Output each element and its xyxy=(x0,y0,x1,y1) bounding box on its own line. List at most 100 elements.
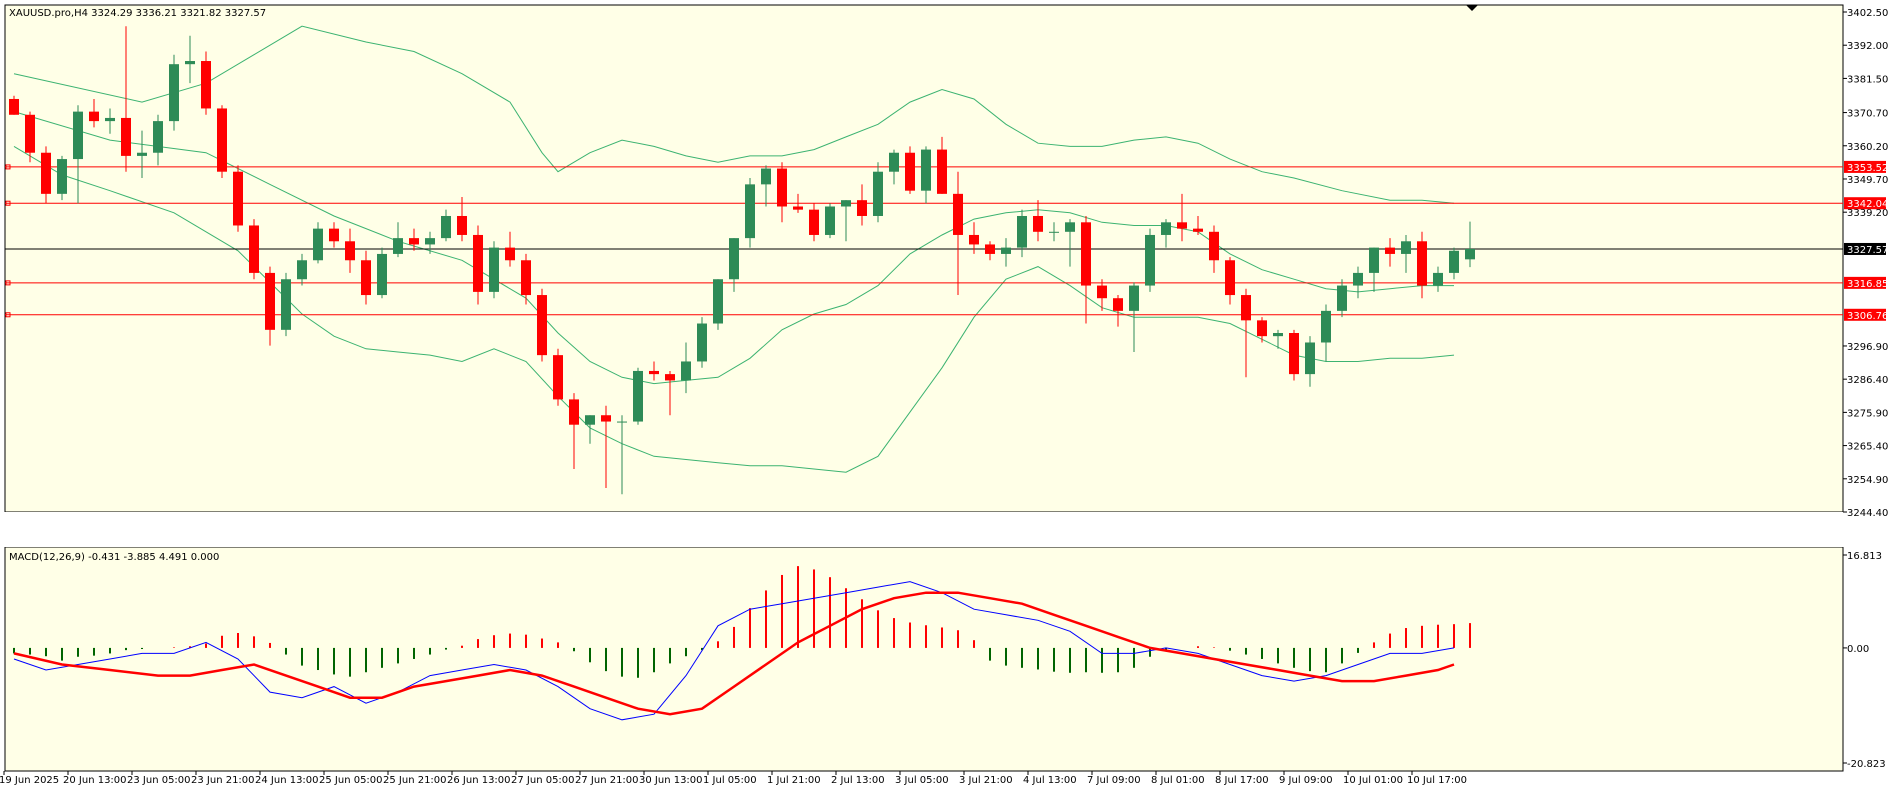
bear-candle[interactable] xyxy=(409,238,419,245)
bear-candle[interactable] xyxy=(985,244,995,254)
bull-candle[interactable] xyxy=(169,64,179,122)
price-level-tag-label: 3316.85 xyxy=(1847,279,1888,290)
bull-candle[interactable] xyxy=(633,370,643,422)
bull-candle[interactable] xyxy=(73,111,83,160)
bull-candle[interactable] xyxy=(1049,231,1059,233)
bull-candle[interactable] xyxy=(1449,250,1459,273)
bull-candle[interactable] xyxy=(281,279,291,330)
bull-candle[interactable] xyxy=(441,215,451,239)
bear-candle[interactable] xyxy=(905,152,915,191)
bull-candle[interactable] xyxy=(1433,272,1443,286)
bear-candle[interactable] xyxy=(793,206,803,210)
bear-candle[interactable] xyxy=(937,149,947,194)
bear-candle[interactable] xyxy=(329,228,339,242)
bull-candle[interactable] xyxy=(425,238,435,245)
bear-candle[interactable] xyxy=(345,241,355,261)
bull-candle[interactable] xyxy=(1369,247,1379,273)
bull-candle[interactable] xyxy=(841,200,851,207)
bear-candle[interactable] xyxy=(1081,222,1091,286)
bull-candle[interactable] xyxy=(713,279,723,324)
bear-candle[interactable] xyxy=(9,98,19,115)
bull-candle[interactable] xyxy=(313,228,323,261)
bull-candle[interactable] xyxy=(681,361,691,381)
bear-candle[interactable] xyxy=(361,260,371,296)
bear-candle[interactable] xyxy=(969,234,979,245)
bull-candle[interactable] xyxy=(1001,247,1011,254)
bear-candle[interactable] xyxy=(777,168,787,207)
bear-candle[interactable] xyxy=(537,295,547,356)
bear-candle[interactable] xyxy=(249,225,259,273)
bear-candle[interactable] xyxy=(505,247,515,261)
bear-candle[interactable] xyxy=(1417,241,1427,286)
macd-y-tick-label: 16.813 xyxy=(1847,551,1882,562)
bear-candle[interactable] xyxy=(1289,332,1299,375)
bull-candle[interactable] xyxy=(489,247,499,292)
bull-candle[interactable] xyxy=(1337,285,1347,311)
bull-candle[interactable] xyxy=(1161,222,1171,235)
bear-candle[interactable] xyxy=(1225,260,1235,296)
bear-candle[interactable] xyxy=(473,234,483,292)
bull-candle[interactable] xyxy=(1129,285,1139,311)
bear-candle[interactable] xyxy=(1257,320,1267,337)
bear-candle[interactable] xyxy=(1033,215,1043,232)
bull-candle[interactable] xyxy=(617,421,627,423)
bull-candle[interactable] xyxy=(393,238,403,254)
bull-candle[interactable] xyxy=(729,238,739,280)
bull-candle[interactable] xyxy=(1273,332,1283,337)
bull-candle[interactable] xyxy=(921,149,931,191)
bull-candle[interactable] xyxy=(185,61,195,65)
bull-candle[interactable] xyxy=(1321,310,1331,343)
bear-candle[interactable] xyxy=(217,108,227,172)
bull-candle[interactable] xyxy=(1017,215,1027,248)
bear-candle[interactable] xyxy=(521,260,531,296)
bull-candle[interactable] xyxy=(745,184,755,239)
bear-candle[interactable] xyxy=(569,399,579,425)
bear-candle[interactable] xyxy=(121,117,131,156)
bear-candle[interactable] xyxy=(25,114,35,153)
bull-candle[interactable] xyxy=(825,206,835,235)
bull-candle[interactable] xyxy=(1465,248,1475,260)
bear-candle[interactable] xyxy=(201,61,211,109)
bull-candle[interactable] xyxy=(889,152,899,172)
bear-candle[interactable] xyxy=(1193,228,1203,232)
bear-candle[interactable] xyxy=(1097,285,1107,299)
bear-candle[interactable] xyxy=(953,193,963,235)
bull-candle[interactable] xyxy=(1305,342,1315,375)
bear-candle[interactable] xyxy=(89,111,99,122)
bull-candle[interactable] xyxy=(1145,234,1155,286)
bear-candle[interactable] xyxy=(457,215,467,235)
bear-candle[interactable] xyxy=(1241,295,1251,321)
bear-candle[interactable] xyxy=(649,370,659,375)
bear-candle[interactable] xyxy=(1177,222,1187,229)
chart-window: 3402.50 3392.00 3381.50 3370.70 3360.20 3349.… xyxy=(0,0,1889,792)
bull-candle[interactable] xyxy=(105,117,115,122)
bull-candle[interactable] xyxy=(57,159,67,194)
bear-candle[interactable] xyxy=(233,171,243,226)
chart-canvas[interactable]: 3402.50 3392.00 3381.50 3370.70 3360.20 3349.… xyxy=(0,0,1889,792)
bull-candle[interactable] xyxy=(761,168,771,185)
bear-candle[interactable] xyxy=(665,374,675,381)
bull-candle[interactable] xyxy=(297,260,307,280)
bull-candle[interactable] xyxy=(873,171,883,216)
bull-candle[interactable] xyxy=(137,152,147,156)
bull-candle[interactable] xyxy=(153,121,163,153)
bull-candle[interactable] xyxy=(1353,272,1363,286)
bear-candle[interactable] xyxy=(857,200,867,216)
bear-candle[interactable] xyxy=(265,272,275,330)
pane-separator[interactable] xyxy=(0,512,1889,547)
bear-candle[interactable] xyxy=(1385,247,1395,254)
bear-candle[interactable] xyxy=(553,355,563,400)
bull-candle[interactable] xyxy=(697,323,707,362)
bear-candle[interactable] xyxy=(41,152,51,194)
bull-candle[interactable] xyxy=(377,253,387,296)
bear-candle[interactable] xyxy=(601,415,611,422)
bull-candle[interactable] xyxy=(1065,222,1075,232)
x-tick-label: 27 Jun 21:00 xyxy=(575,775,639,786)
bull-candle[interactable] xyxy=(585,415,595,425)
price-pane[interactable] xyxy=(4,4,1844,513)
bull-candle[interactable] xyxy=(1401,241,1411,254)
bear-candle[interactable] xyxy=(1113,298,1123,311)
macd-pane[interactable] xyxy=(4,546,1844,772)
bear-candle[interactable] xyxy=(1209,231,1219,261)
bear-candle[interactable] xyxy=(809,209,819,235)
